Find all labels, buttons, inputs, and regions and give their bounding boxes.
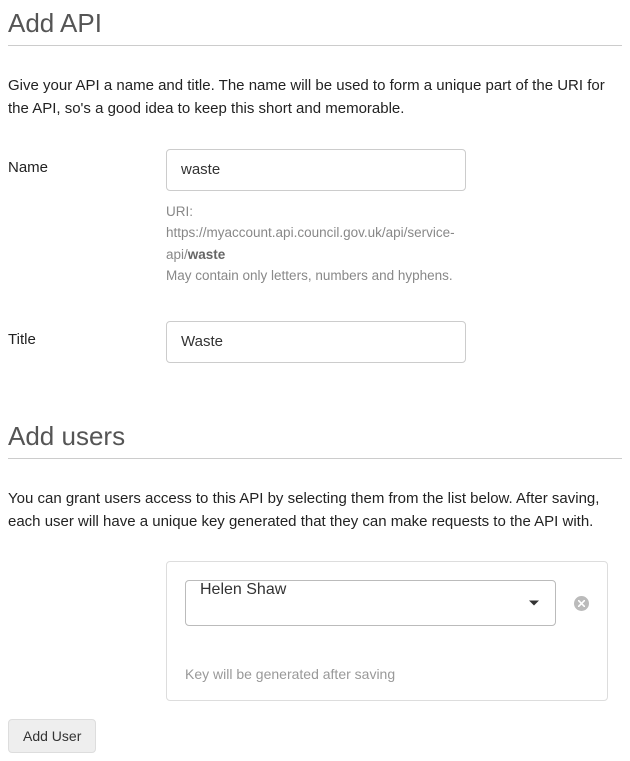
name-hint: URI: https://myaccount.api.council.gov.u… (166, 201, 466, 287)
uri-suffix: waste (188, 247, 226, 262)
name-input[interactable] (166, 149, 466, 191)
remove-user-button[interactable] (574, 596, 589, 611)
divider (8, 45, 622, 46)
users-help-text: You can grant users access to this API b… (8, 487, 622, 534)
api-help-text: Give your API a name and title. The name… (8, 74, 622, 121)
key-note: Key will be generated after saving (185, 666, 589, 682)
divider (8, 458, 622, 459)
add-user-button[interactable]: Add User (8, 719, 96, 753)
name-rules: May contain only letters, numbers and hy… (166, 268, 453, 283)
name-label: Name (8, 149, 166, 176)
user-card: Helen Shaw Key will be generated after s… (166, 561, 608, 701)
close-icon (578, 600, 585, 607)
title-row: Title (8, 321, 622, 363)
title-label: Title (8, 321, 166, 348)
title-input[interactable] (166, 321, 466, 363)
user-select[interactable]: Helen Shaw (185, 580, 556, 626)
section-title-add-users: Add users (8, 421, 622, 454)
name-row: Name URI: https://myaccount.api.council.… (8, 149, 622, 287)
section-title-add-api: Add API (8, 8, 622, 41)
